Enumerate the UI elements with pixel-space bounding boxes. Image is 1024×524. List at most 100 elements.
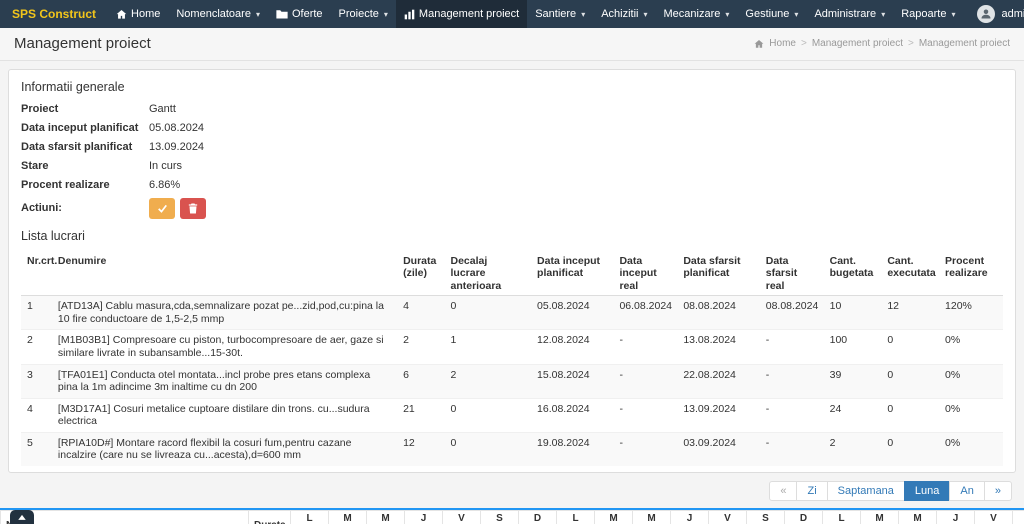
info-field-value: 13.09.2024 xyxy=(149,141,204,154)
gantt-day-letter: M xyxy=(595,511,633,524)
table-cell: - xyxy=(613,432,677,466)
user-menu[interactable]: admin xyxy=(963,0,1024,28)
chevron-down-icon: ▾ xyxy=(951,10,955,19)
gantt-prev-button[interactable]: « xyxy=(769,481,797,501)
actions xyxy=(149,198,206,219)
table-cell: [TFA01E1] Conducta otel montata...incl p… xyxy=(52,364,397,398)
table-cell: - xyxy=(760,330,824,364)
breadcrumb-home[interactable]: Home xyxy=(769,38,796,49)
table-cell: 08.08.2024 xyxy=(677,296,759,330)
table-cell: 0 xyxy=(881,330,939,364)
table-cell: 39 xyxy=(824,364,882,398)
brand[interactable]: SPS Construct xyxy=(0,0,108,28)
gantt-day-letter: M xyxy=(633,511,671,524)
info-field: Procent realizare6.86% xyxy=(21,179,1003,192)
chevron-down-icon: ▾ xyxy=(384,10,388,19)
navbar: SPS Construct HomeNomenclatoare▾OfertePr… xyxy=(0,0,1024,28)
nav-item-home[interactable]: Home xyxy=(108,0,168,28)
info-field-label: Stare xyxy=(21,160,149,173)
page-title: Management proiect xyxy=(14,35,151,52)
table-cell: [M3D17A1] Cosuri metalice cuptoare disti… xyxy=(52,398,397,432)
nav-item-mecanizare[interactable]: Mecanizare▾ xyxy=(656,0,738,28)
nav-item-gestiune[interactable]: Gestiune▾ xyxy=(737,0,806,28)
gantt-zoom-saptamana[interactable]: Saptamana xyxy=(827,481,905,501)
avatar xyxy=(977,5,995,23)
chevron-down-icon: ▾ xyxy=(581,10,585,19)
table-cell: 4 xyxy=(21,398,52,432)
column-header: Nr.crt. xyxy=(21,252,52,296)
confirm-button[interactable] xyxy=(149,198,175,219)
gantt-day-letter: S xyxy=(747,511,785,524)
table-cell: 0% xyxy=(939,364,1003,398)
gantt-day-letter: M xyxy=(899,511,937,524)
table-cell: - xyxy=(760,364,824,398)
table-cell: 1 xyxy=(444,330,531,364)
column-header: Data sfarsit real xyxy=(760,252,824,296)
gantt-next-button[interactable]: » xyxy=(984,481,1012,501)
lista-header-row: Nr.crt.DenumireDurata (zile)Decalaj lucr… xyxy=(21,252,1003,296)
table-cell: 100 xyxy=(824,330,882,364)
table-row: 5[RPIA10D#] Montare racord flexibil la c… xyxy=(21,432,1003,466)
nav-item-label: Mecanizare xyxy=(664,8,721,20)
gantt-header-durata: Durata (zile) xyxy=(249,511,291,524)
table-cell: 13.09.2024 xyxy=(677,398,759,432)
table-cell: [M1B03B1] Compresoare cu piston, turboco… xyxy=(52,330,397,364)
nav-item-achizitii[interactable]: Achizitii▾ xyxy=(593,0,655,28)
lista-table: Nr.crt.DenumireDurata (zile)Decalaj lucr… xyxy=(21,252,1003,466)
table-cell: 0 xyxy=(444,432,531,466)
nav-item-oferte[interactable]: Oferte xyxy=(268,0,331,28)
gantt-head: Nr. crt.DenumireDurata (zile)LMMJVSDLMMJ… xyxy=(1,511,1024,524)
info-field-label: Procent realizare xyxy=(21,179,149,192)
folder-icon xyxy=(276,9,288,19)
gantt-zoom-an[interactable]: An xyxy=(949,481,984,501)
gantt-zoom-zi[interactable]: Zi xyxy=(796,481,827,501)
username: admin xyxy=(1001,8,1024,20)
info-fields: ProiectGanttData inceput planificat05.08… xyxy=(21,103,1003,192)
nav-item-rapoarte[interactable]: Rapoarte ▾ xyxy=(893,0,963,28)
table-cell: 16.08.2024 xyxy=(531,398,613,432)
nav-item-label: Rapoarte xyxy=(901,8,946,20)
nav-item-management-proiect[interactable]: Management proiect xyxy=(396,0,527,28)
table-cell: 22.08.2024 xyxy=(677,364,759,398)
table-cell: 10 xyxy=(824,296,882,330)
table-cell: - xyxy=(613,398,677,432)
info-field-label: Data sfarsit planificat xyxy=(21,141,149,154)
info-field-value: In curs xyxy=(149,160,182,173)
navbar-items: HomeNomenclatoare▾OferteProiecte▾Managem… xyxy=(108,0,963,28)
gantt-day-letter: V xyxy=(709,511,747,524)
gantt-day-letter: D xyxy=(519,511,557,524)
table-cell: 0 xyxy=(881,432,939,466)
gantt-day-letter: J xyxy=(671,511,709,524)
table-cell: 0 xyxy=(444,296,531,330)
table-cell: 1 xyxy=(21,296,52,330)
breadcrumb-item[interactable]: Management proiect xyxy=(812,38,903,49)
table-cell: [RPIA10D#] Montare racord flexibil la co… xyxy=(52,432,397,466)
info-section-title: Informatii generale xyxy=(21,80,1003,94)
table-cell: 5 xyxy=(21,432,52,466)
column-header: Data sfarsit planificat xyxy=(677,252,759,296)
info-field-label: Data inceput planificat xyxy=(21,122,149,135)
table-cell: - xyxy=(613,330,677,364)
info-field-label: Proiect xyxy=(21,103,149,116)
table-cell: 12.08.2024 xyxy=(531,330,613,364)
table-cell: 2 xyxy=(21,330,52,364)
gantt-day-letter: S xyxy=(1013,511,1024,524)
nav-item-proiecte[interactable]: Proiecte▾ xyxy=(331,0,396,28)
scroll-top-button[interactable] xyxy=(10,510,34,524)
home-icon xyxy=(754,39,764,49)
column-header: Data inceput planificat xyxy=(531,252,613,296)
column-header: Cant. executata xyxy=(881,252,939,296)
table-row: 1[ATD13A] Cablu masura,cda,semnalizare p… xyxy=(21,296,1003,330)
nav-item-label: Gestiune xyxy=(745,8,789,20)
table-cell: 15.08.2024 xyxy=(531,364,613,398)
nav-item-administrare[interactable]: Administrare▾ xyxy=(806,0,893,28)
column-header: Durata (zile) xyxy=(397,252,444,296)
nav-item-santiere[interactable]: Santiere▾ xyxy=(527,0,593,28)
gantt-zoom-luna[interactable]: Luna xyxy=(904,481,950,501)
column-header: Data inceput real xyxy=(613,252,677,296)
table-cell: - xyxy=(760,432,824,466)
nav-item-nomenclatoare[interactable]: Nomenclatoare▾ xyxy=(168,0,268,28)
column-header: Decalaj lucrare anterioara xyxy=(444,252,531,296)
delete-button[interactable] xyxy=(180,198,206,219)
gantt-day-letter: L xyxy=(291,511,329,524)
